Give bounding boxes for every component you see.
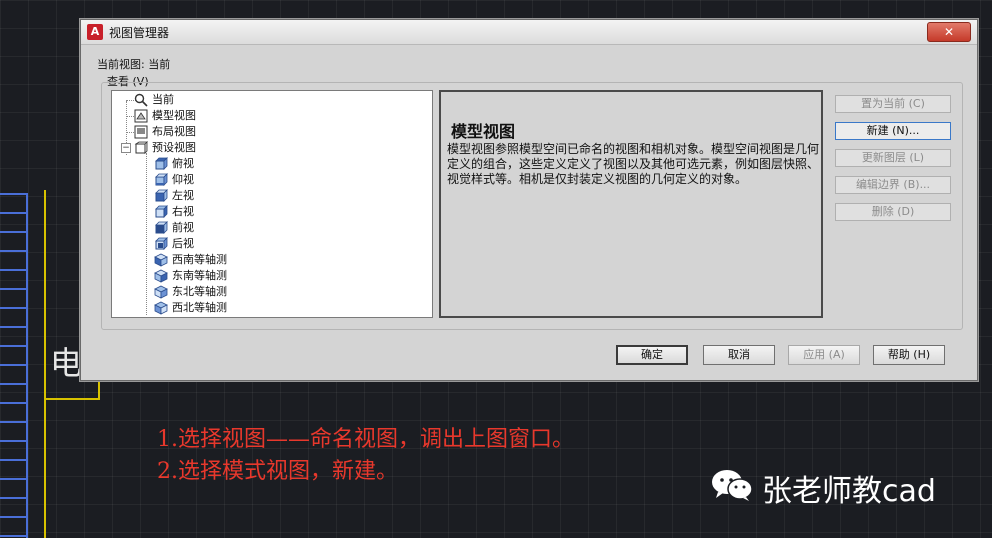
instruction-step-2: 2.选择模式视图，新建。 <box>157 459 398 484</box>
close-button[interactable]: ✕ <box>927 22 971 42</box>
author-watermark: 张老师教cad <box>762 474 936 509</box>
cube-right-icon <box>155 205 168 218</box>
preset-view-icon <box>134 141 148 154</box>
cad-line <box>26 193 28 538</box>
cad-drawing-text: 电 <box>50 344 83 382</box>
apply-button[interactable]: 应用 (A) <box>788 345 860 365</box>
cad-tick-marks <box>0 193 26 538</box>
cube-left-icon <box>155 189 168 202</box>
cube-top-icon <box>155 157 168 170</box>
cube-bottom-icon <box>155 173 168 186</box>
wechat-icon <box>712 470 753 501</box>
info-title: 模型视图 <box>451 122 516 141</box>
update-layers-button[interactable]: 更新图层 (L) <box>835 149 951 167</box>
view-manager-dialog: A 视图管理器 ✕ 当前视图: 当前 查看 (V) − 当前 模型视图 布局视图… <box>80 19 978 381</box>
cad-line <box>44 398 100 400</box>
collapse-toggle[interactable]: − <box>121 143 131 153</box>
cad-line <box>44 190 46 538</box>
iso-nw-icon <box>154 301 168 315</box>
model-view-icon <box>134 109 148 123</box>
delete-button[interactable]: 删除 (D) <box>835 203 951 221</box>
layout-view-icon <box>134 125 148 139</box>
current-view-label: 当前视图: 当前 <box>97 58 171 71</box>
view-tree[interactable]: − 当前 模型视图 布局视图 预设视图 俯视 仰视 左视 右视 前视 后视 西南… <box>111 90 433 318</box>
instruction-step-1: 1.选择视图——命名视图，调出上图窗口。 <box>157 427 574 452</box>
help-button[interactable]: 帮助 (H) <box>873 345 945 365</box>
dialog-title: 视图管理器 <box>109 26 170 40</box>
title-bar[interactable]: A 视图管理器 ✕ <box>81 20 977 45</box>
info-description: 模型视图参照模型空间已命名的视图和相机对象。模型空间视图是几何定义的组合，这些定… <box>447 142 820 186</box>
new-view-button[interactable]: 新建 (N)... <box>835 122 951 140</box>
iso-se-icon <box>154 269 168 283</box>
view-info-panel: 模型视图 模型视图参照模型空间已命名的视图和相机对象。模型空间视图是几何定义的组… <box>439 90 823 318</box>
cube-back-icon <box>155 237 168 250</box>
iso-sw-icon <box>154 253 168 267</box>
magnifier-icon <box>134 93 148 107</box>
edit-boundaries-button[interactable]: 编辑边界 (B)... <box>835 176 951 194</box>
set-current-button[interactable]: 置为当前 (C) <box>835 95 951 113</box>
iso-ne-icon <box>154 285 168 299</box>
cube-front-icon <box>155 221 168 234</box>
tree-connector <box>146 153 147 315</box>
autocad-logo-icon: A <box>87 24 103 40</box>
cancel-button[interactable]: 取消 <box>703 345 775 365</box>
ok-button[interactable]: 确定 <box>616 345 688 365</box>
